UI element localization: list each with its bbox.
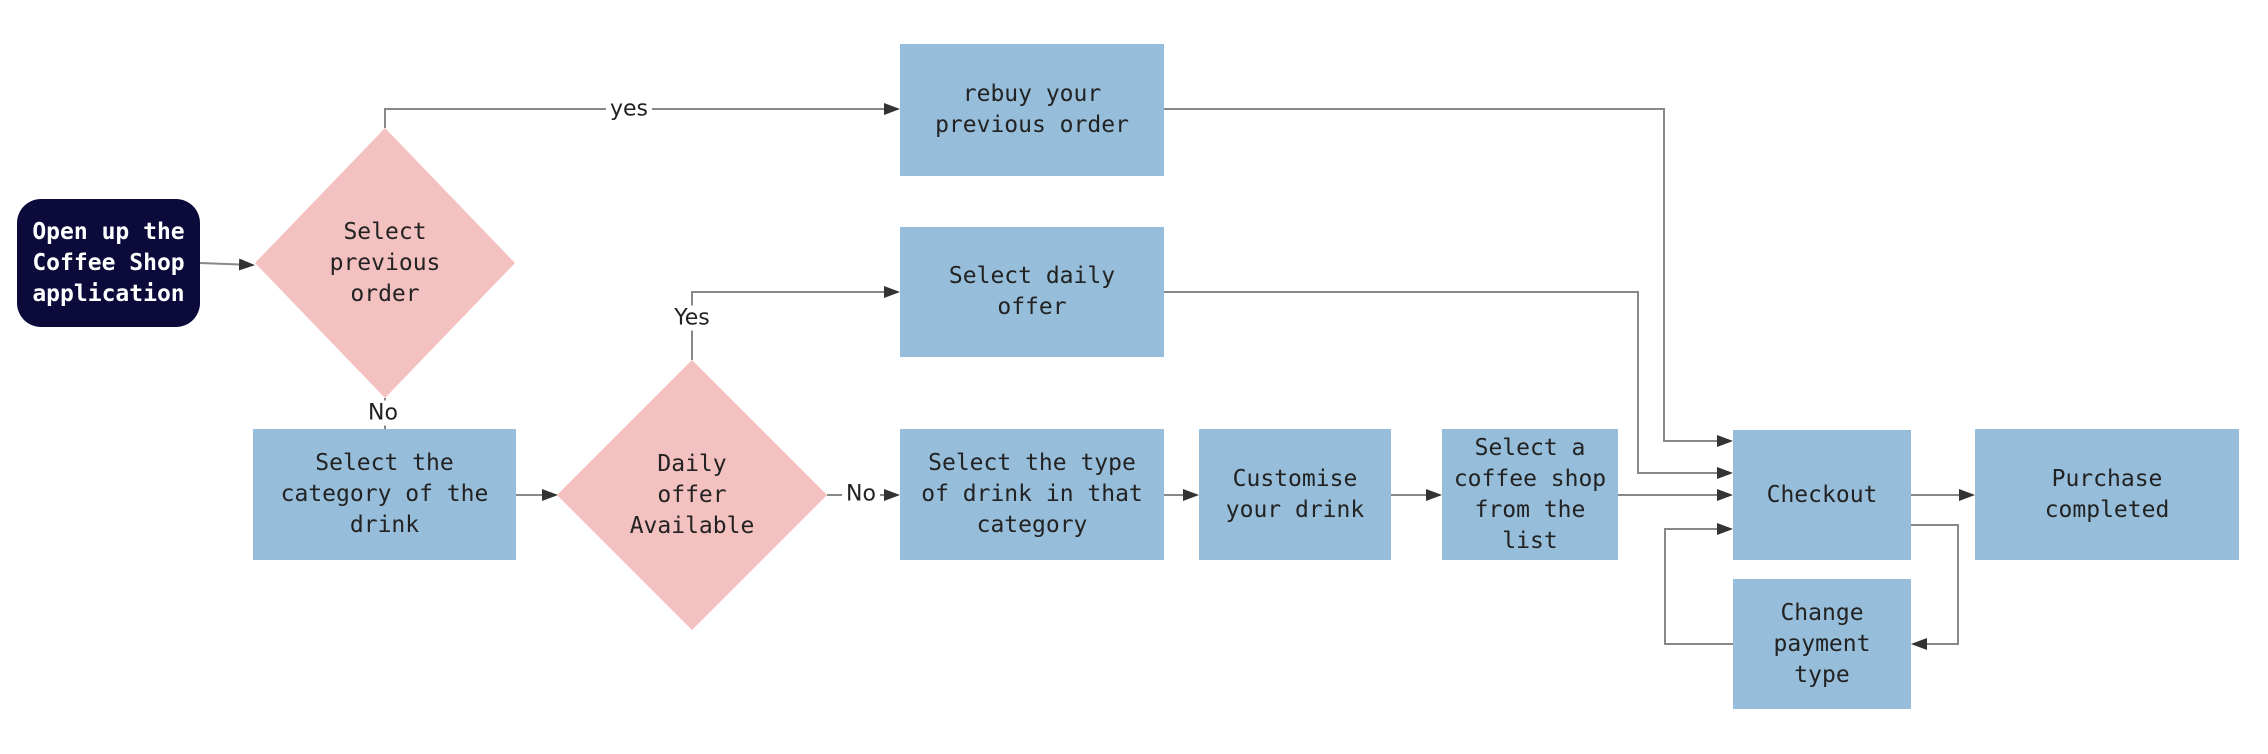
process-rebuy-previous-order: rebuy your previous order	[900, 44, 1164, 176]
process-select-drink-type: Select the type of drink in that categor…	[900, 429, 1164, 560]
decision-label: Select previous order	[329, 218, 441, 307]
edge-rebuy-to-checkout	[1164, 108, 1733, 447]
decision-select-previous-order: Select previous order	[255, 128, 515, 398]
edge-label-no-daily: No	[842, 481, 880, 507]
start-node: Open up the Coffee Shop application	[17, 199, 200, 327]
decision-label: Daily offer Available	[629, 450, 755, 539]
process-customise-drink: Customise your drink	[1199, 429, 1391, 560]
process-change-payment-type: Change payment type	[1733, 579, 1911, 709]
edge-checkout-to-change	[1911, 524, 1959, 650]
edge-label-no: No	[364, 400, 402, 426]
process-select-daily-offer: Select daily offer	[900, 227, 1164, 357]
edge-label-yes-daily: Yes	[670, 305, 714, 331]
edge-yes-to-daily-offer	[691, 286, 900, 360]
process-select-coffee-shop: Select a coffee shop from the list	[1442, 429, 1618, 560]
process-select-category: Select the category of the drink	[253, 429, 516, 560]
flowchart-canvas: Open up the Coffee Shop application Sele…	[0, 0, 2268, 754]
process-purchase-completed: Purchase completed	[1975, 429, 2239, 560]
edge-label-yes: yes	[605, 96, 653, 122]
process-checkout: Checkout	[1733, 430, 1911, 560]
decision-daily-offer-available: Daily offer Available	[557, 360, 827, 630]
edge-change-to-checkout	[1664, 523, 1733, 645]
edge-start-to-select-previous	[199, 258, 255, 271]
